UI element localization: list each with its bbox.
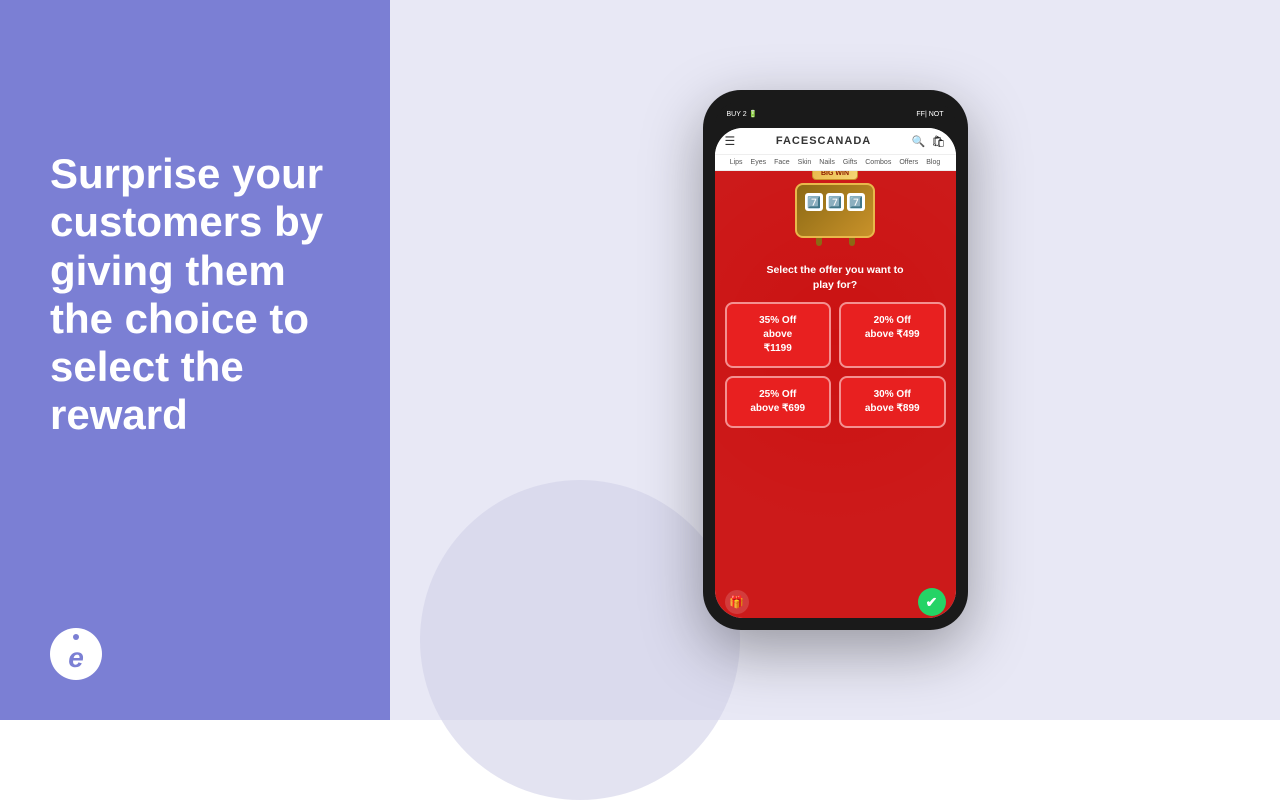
offer-card-3[interactable]: 25% Offabove ₹699 [725, 376, 832, 428]
nav-face[interactable]: Face [774, 159, 790, 166]
slot-body: BIG WIN 7️⃣ 7️⃣ 7️⃣ [795, 183, 875, 238]
cart-icon[interactable]: 🛍 [932, 135, 946, 148]
slot-leg-right [849, 238, 855, 246]
brand-logo: e [50, 628, 345, 680]
status-left: BUY 2 🔋 [727, 110, 758, 118]
hamburger-icon[interactable]: ☰ [725, 134, 736, 148]
nav-eyes[interactable]: Eyes [751, 159, 767, 166]
nav-nails[interactable]: Nails [819, 159, 835, 166]
phone-bottom-bar: 🎁 ✔ [715, 586, 956, 618]
nav-combos[interactable]: Combos [865, 159, 891, 166]
phone-screen: ☰ FACESCANADA 🔍 🛍 Lips Eyes Face Skin Na… [715, 128, 956, 618]
slot-windows: 7️⃣ 7️⃣ 7️⃣ [797, 185, 873, 215]
offer-card-2-text: 20% Offabove ₹499 [849, 314, 936, 342]
nav-lips[interactable]: Lips [730, 159, 743, 166]
logo-dot [73, 634, 79, 640]
nav-links: Lips Eyes Face Skin Nails Gifts Combos O… [715, 155, 956, 171]
game-area: BIG WIN 7️⃣ 7️⃣ 7️⃣ [715, 171, 956, 586]
nav-icons: 🔍 🛍 [912, 135, 946, 148]
logo-letter: e [68, 642, 84, 674]
slot-machine-image: BIG WIN 7️⃣ 7️⃣ 7️⃣ [790, 183, 880, 255]
slot-window-3: 7️⃣ [847, 193, 865, 211]
status-right: FF| NOT [916, 111, 943, 118]
phone-mockup: BUY 2 🔋 FF| NOT ☰ FACESCANADA 🔍 🛍 Lips E… [703, 90, 968, 630]
offer-card-4[interactable]: 30% Offabove ₹899 [839, 376, 946, 428]
prompt-line2: play for? [813, 279, 857, 291]
offer-prompt: Select the offer you want to play for? [766, 263, 903, 292]
brand-name: FACESCANADA [735, 135, 912, 147]
slot-window-2: 7️⃣ [826, 193, 844, 211]
slot-leg-left [816, 238, 822, 246]
gift-button[interactable]: 🎁 [725, 590, 749, 614]
prompt-line1: Select the offer you want to [766, 264, 903, 276]
phone-navbar: ☰ FACESCANADA 🔍 🛍 [715, 128, 956, 155]
slot-machine: BIG WIN 7️⃣ 7️⃣ 7️⃣ [790, 183, 880, 255]
offer-card-2[interactable]: 20% Offabove ₹499 [839, 302, 946, 368]
slot-window-1: 7️⃣ [805, 193, 823, 211]
search-icon[interactable]: 🔍 [912, 135, 926, 148]
offer-card-3-text: 25% Offabove ₹699 [735, 388, 822, 416]
status-bar: BUY 2 🔋 FF| NOT [715, 102, 956, 126]
nav-offers[interactable]: Offers [899, 159, 918, 166]
offer-card-4-text: 30% Offabove ₹899 [849, 388, 936, 416]
logo-circle: e [50, 628, 102, 680]
offer-card-1[interactable]: 35% Offabove₹1199 [725, 302, 832, 368]
nav-blog[interactable]: Blog [926, 159, 940, 166]
offer-card-1-text: 35% Offabove₹1199 [735, 314, 822, 356]
left-panel: Surprise your customers by giving them t… [0, 0, 390, 720]
whatsapp-button[interactable]: ✔ [918, 588, 946, 616]
nav-gifts[interactable]: Gifts [843, 159, 857, 166]
headline-text: Surprise your customers by giving them t… [50, 150, 345, 440]
offer-grid: 35% Offabove₹1199 20% Offabove ₹499 25% … [725, 302, 946, 428]
right-panel: BUY 2 🔋 FF| NOT ☰ FACESCANADA 🔍 🛍 Lips E… [390, 0, 1280, 720]
slot-legs [790, 238, 880, 246]
nav-skin[interactable]: Skin [798, 159, 812, 166]
slot-banner: BIG WIN [812, 171, 858, 180]
